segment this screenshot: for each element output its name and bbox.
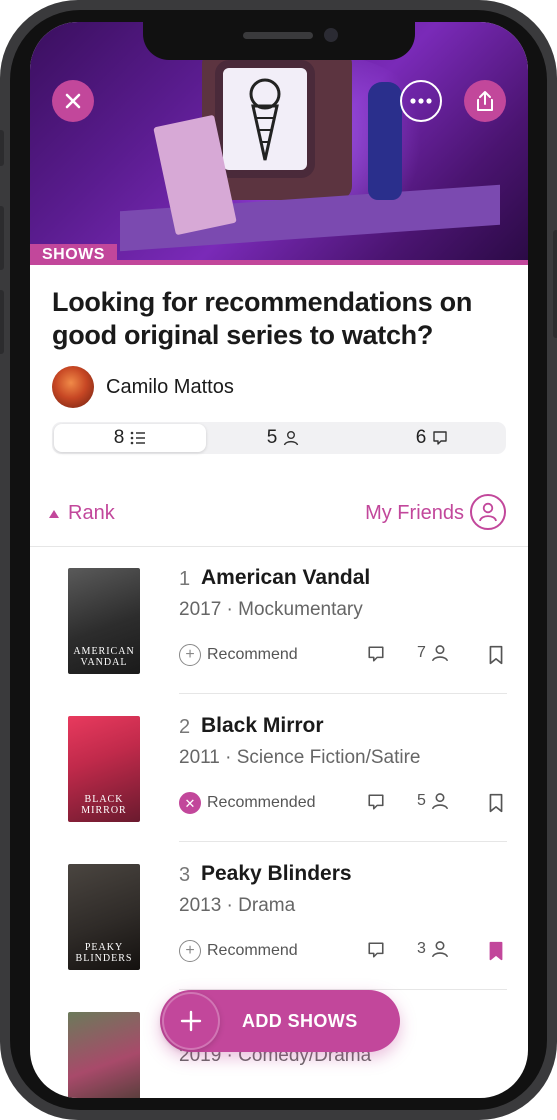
list-icon: [130, 431, 146, 445]
close-icon: [65, 93, 81, 109]
rank-label: Rank: [68, 502, 115, 524]
people-count: 5: [266, 427, 278, 448]
share-button[interactable]: [464, 80, 506, 122]
recommend-label: Recommended: [207, 794, 316, 811]
comment-icon: [433, 431, 447, 445]
author-name[interactable]: Camilo Mattos: [106, 376, 234, 399]
friends-count[interactable]: 7: [417, 644, 449, 662]
bookmark-filled-icon[interactable]: [487, 941, 505, 961]
person-icon: [431, 645, 448, 662]
list-item[interactable]: PEAKY BLINDERS 3 Peaky Blinders 2013 · D…: [30, 842, 528, 990]
add-shows-button[interactable]: ADD SHOWS: [160, 990, 400, 1052]
rank-sort-button[interactable]: Rank: [48, 502, 115, 525]
show-poster[interactable]: PEAKY BLINDERS: [68, 864, 140, 970]
bookmark-icon[interactable]: [487, 645, 505, 665]
author-row[interactable]: Camilo Mattos: [52, 365, 234, 409]
item-actions: + Recommend 7: [179, 642, 507, 670]
speaker: [243, 32, 313, 39]
share-icon: [477, 91, 493, 111]
show-poster[interactable]: AMERICAN VANDAL: [68, 568, 140, 674]
phone-frame: SHOWS Looking for recommendations on goo…: [0, 0, 557, 1120]
more-options-button[interactable]: [400, 80, 442, 122]
recommended-check-icon: ✕: [179, 792, 201, 814]
show-poster[interactable]: [68, 1012, 140, 1098]
screen: SHOWS Looking for recommendations on goo…: [30, 22, 528, 1098]
recommend-button[interactable]: + Recommend: [179, 938, 298, 964]
triangle-up-icon: [49, 509, 59, 518]
my-friends-filter[interactable]: My Friends: [365, 502, 464, 525]
show-title[interactable]: Peaky Blinders: [201, 862, 352, 886]
bookmark-icon[interactable]: [487, 793, 505, 813]
comments-count: 6: [415, 427, 427, 448]
friends-count[interactable]: 3: [417, 940, 449, 958]
person-icon: [479, 502, 497, 522]
recommend-button[interactable]: + Recommend: [179, 642, 298, 668]
list-item[interactable]: BLACK MIRROR 2 Black Mirror 2011 · Scien…: [30, 694, 528, 842]
item-actions: ✕ Recommended 5: [179, 790, 507, 818]
show-title[interactable]: Black Mirror: [201, 714, 324, 738]
show-rank: 3: [179, 864, 191, 886]
show-meta: 2011 · Science Fiction/Satire: [179, 747, 421, 768]
person-icon: [284, 431, 299, 446]
more-icon: [410, 98, 432, 104]
recommend-label: Recommend: [207, 942, 298, 959]
items-count: 8: [113, 427, 125, 448]
friends-count[interactable]: 5: [417, 792, 449, 810]
post-title: Looking for recommendations on good orig…: [52, 287, 473, 350]
item-actions: + Recommend 3: [179, 938, 507, 966]
show-rank: 2: [179, 716, 191, 738]
volume-up-button: [0, 206, 4, 270]
tab-comments[interactable]: 6: [358, 422, 506, 454]
plus-icon: [162, 992, 220, 1050]
list-item[interactable]: AMERICAN VANDAL 1 American Vandal 2017 ·…: [30, 546, 528, 694]
camera: [324, 28, 338, 42]
sort-row: Rank My Friends: [30, 492, 528, 542]
plus-icon: +: [179, 940, 201, 962]
show-meta: 2017 · Mockumentary: [179, 599, 363, 620]
comment-icon[interactable]: [367, 645, 385, 663]
show-title[interactable]: American Vandal: [201, 566, 370, 590]
show-meta: 2013 · Drama: [179, 895, 296, 916]
recommend-label: Recommend: [207, 646, 298, 663]
person-icon: [431, 793, 448, 810]
show-poster[interactable]: BLACK MIRROR: [68, 716, 140, 822]
show-rank: 1: [179, 568, 191, 590]
category-tag: SHOWS: [30, 244, 117, 265]
plus-icon: +: [179, 644, 201, 666]
notch: [143, 22, 415, 60]
mute-switch: [0, 130, 4, 166]
close-button[interactable]: [52, 80, 94, 122]
comment-icon[interactable]: [367, 941, 385, 959]
recommended-button[interactable]: ✕ Recommended: [179, 790, 316, 816]
tab-people[interactable]: 5: [208, 422, 358, 454]
volume-down-button: [0, 290, 4, 354]
power-button: [553, 230, 557, 338]
person-icon: [431, 941, 448, 958]
friends-filter-button[interactable]: [470, 494, 506, 530]
comment-icon[interactable]: [367, 793, 385, 811]
avatar[interactable]: [52, 366, 94, 408]
add-shows-label: ADD SHOWS: [242, 1011, 358, 1031]
tab-items[interactable]: 8: [54, 424, 206, 452]
stats-segmented-control: 8 5 6: [52, 422, 506, 454]
